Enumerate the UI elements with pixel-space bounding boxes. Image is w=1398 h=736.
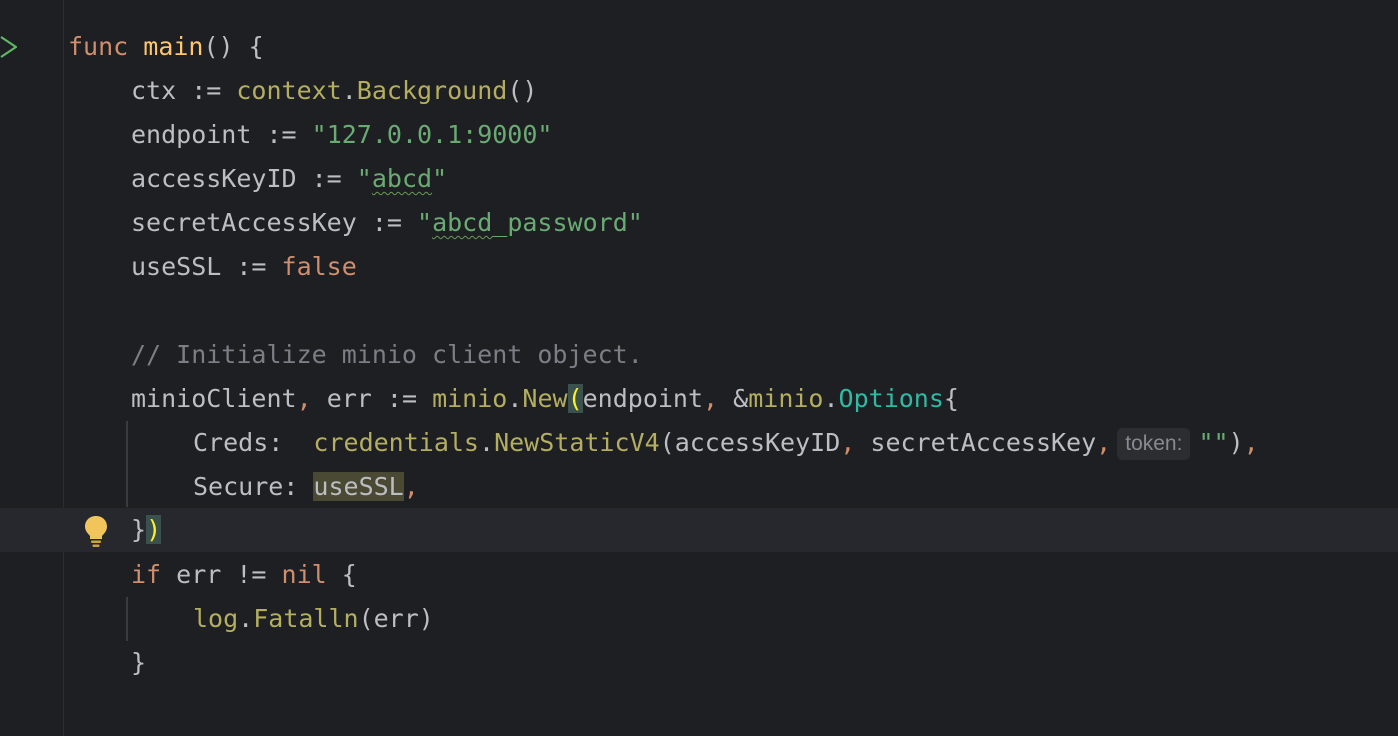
variable: accessKeyID <box>131 164 297 193</box>
code-line-8[interactable]: // Initialize minio client object. <box>131 333 643 377</box>
operator: := <box>371 384 433 413</box>
code-line-9[interactable]: minioClient, err := minio.New(endpoint, … <box>131 377 959 421</box>
comment: // Initialize minio client object. <box>131 340 643 369</box>
code-line-10[interactable]: Creds: credentials.NewStaticV4(accessKey… <box>193 421 1259 465</box>
ampersand: & <box>718 384 749 413</box>
operator: := <box>251 120 312 149</box>
paren: ( <box>659 428 675 457</box>
operator: := <box>176 76 237 105</box>
variable: endpoint <box>131 120 252 149</box>
comma: , <box>1096 428 1112 457</box>
code-line-5[interactable]: secretAccessKey := "abcd_password" <box>131 201 643 245</box>
run-gutter-icon[interactable] <box>0 34 20 60</box>
string-literal: "127.0.0.1:9000" <box>311 120 553 149</box>
comma: , <box>403 472 419 501</box>
current-line-highlight <box>0 508 1398 552</box>
package: minio <box>432 384 508 413</box>
punctuation: (err) <box>358 604 434 633</box>
string-quote: " <box>432 164 448 193</box>
indent-guide <box>126 597 128 641</box>
code-line-11[interactable]: Secure: useSSL, <box>193 465 419 509</box>
keyword: func <box>68 32 129 61</box>
dot: . <box>238 604 254 633</box>
package: context <box>236 76 342 105</box>
paren: ) <box>1228 428 1244 457</box>
function-name: main <box>143 32 204 61</box>
call: New <box>522 384 568 413</box>
indent-guide <box>126 421 128 507</box>
lightbulb-icon[interactable] <box>82 514 110 548</box>
package: credentials <box>313 428 479 457</box>
code-line-15[interactable]: } <box>131 641 146 685</box>
string-literal: _password" <box>492 208 643 237</box>
code-editor[interactable]: func main() { ctx := context.Background(… <box>0 0 1398 736</box>
variable: useSSL <box>131 252 222 281</box>
parameter-hint: token: <box>1117 428 1191 460</box>
comma: , <box>1243 428 1259 457</box>
matched-paren: ( <box>567 384 583 413</box>
comma: , <box>296 384 312 413</box>
field-name: Creds: <box>193 428 284 457</box>
operator: := <box>221 252 282 281</box>
keyword: false <box>281 252 357 281</box>
matched-paren: ) <box>146 515 162 544</box>
operator: := <box>296 164 357 193</box>
string-literal: "" <box>1198 428 1229 457</box>
string-quote: " <box>417 208 433 237</box>
variable: minioClient <box>131 384 297 413</box>
argument: accessKeyID <box>674 428 841 457</box>
argument: secretAccessKey <box>855 428 1097 457</box>
variable: secretAccessKey <box>131 208 357 237</box>
brace: } <box>131 648 147 677</box>
code-line-2[interactable]: ctx := context.Background() <box>131 69 537 113</box>
brace: } <box>131 515 147 544</box>
comma: , <box>703 384 719 413</box>
package: minio <box>748 384 824 413</box>
code-line-4[interactable]: accessKeyID := "abcd" <box>131 157 447 201</box>
punctuation: () <box>507 76 538 105</box>
dot: . <box>341 76 357 105</box>
dot: . <box>507 384 523 413</box>
comma: , <box>840 428 856 457</box>
typo-word[interactable]: abcd <box>432 208 492 237</box>
typo-word[interactable]: abcd <box>372 164 432 193</box>
variable: ctx <box>131 76 177 105</box>
call: NewStaticV4 <box>494 428 660 457</box>
gutter-divider <box>63 0 64 736</box>
brace: { <box>943 384 959 413</box>
variable: err <box>311 384 372 413</box>
dot: . <box>479 428 495 457</box>
field-name: Secure: <box>193 472 299 501</box>
highlighted-usage: useSSL <box>313 472 404 501</box>
code-line-13[interactable]: if err != nil { <box>131 553 357 597</box>
expression: err != <box>161 560 282 589</box>
argument: endpoint <box>582 384 704 413</box>
call: Background <box>356 76 508 105</box>
package: log <box>193 604 239 633</box>
code-line-1[interactable]: func main() { <box>68 25 264 69</box>
string-quote: " <box>356 164 372 193</box>
code-line-3[interactable]: endpoint := "127.0.0.1:9000" <box>131 113 552 157</box>
code-line-12[interactable]: }) <box>131 508 162 552</box>
punctuation: () { <box>203 32 264 61</box>
type-name: Options <box>838 384 944 413</box>
keyword: nil <box>281 560 327 589</box>
brace: { <box>326 560 357 589</box>
call: Fatalln <box>253 604 359 633</box>
keyword: if <box>131 560 162 589</box>
code-line-6[interactable]: useSSL := false <box>131 245 357 289</box>
operator: := <box>356 208 417 237</box>
code-line-14[interactable]: log.Fatalln(err) <box>193 597 434 641</box>
dot: . <box>823 384 839 413</box>
